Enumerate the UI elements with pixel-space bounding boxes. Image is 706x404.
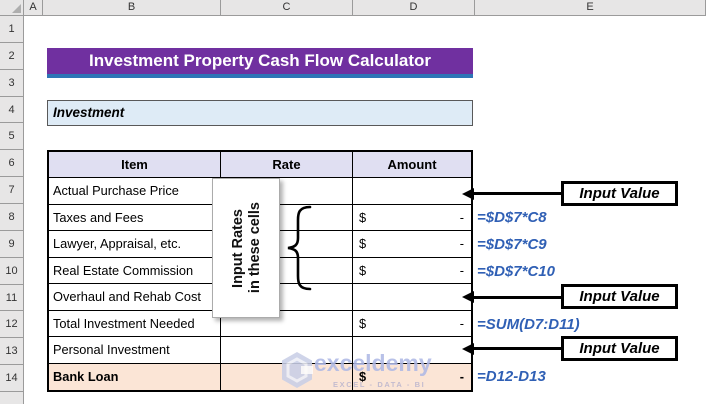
column-header-d[interactable]: D bbox=[353, 0, 475, 15]
arrow-line-2 bbox=[474, 295, 561, 299]
cell-b14-bank-loan[interactable]: Bank Loan bbox=[49, 363, 221, 390]
column-header-a[interactable]: A bbox=[24, 0, 43, 15]
row-header-13[interactable]: 13 bbox=[0, 338, 23, 366]
page-title: Investment Property Cash Flow Calculator bbox=[89, 51, 431, 70]
formula-d14[interactable]: =D12-D13 bbox=[477, 368, 546, 385]
row-header-7[interactable]: 7 bbox=[0, 177, 23, 205]
section-header[interactable]: Investment bbox=[47, 100, 473, 126]
formula-d12[interactable]: =SUM(D7:D11) bbox=[477, 316, 580, 333]
left-curly-brace-shape bbox=[287, 205, 312, 291]
cell-b8-taxes-and-fees[interactable]: Taxes and Fees bbox=[49, 204, 221, 232]
excel-sheet: A B C D E 1 2 3 4 5 6 7 8 9 10 11 12 13 … bbox=[0, 0, 706, 404]
input-value-callout-1[interactable]: Input Value bbox=[561, 181, 678, 206]
row-header-15-partial[interactable] bbox=[0, 392, 23, 404]
row-header-14[interactable]: 14 bbox=[0, 365, 23, 393]
formula-d8[interactable]: =$D$7*C8 bbox=[477, 209, 547, 226]
dollar-sign: $ bbox=[359, 315, 367, 331]
cell-d10-amount[interactable]: $ - bbox=[353, 258, 471, 285]
row-header-12[interactable]: 12 bbox=[0, 311, 23, 339]
input-value-label: Input Value bbox=[579, 288, 660, 305]
watermark-tagline: EXCEL - DATA - BI bbox=[333, 380, 426, 389]
cell-b7-actual-purchase-price[interactable]: Actual Purchase Price bbox=[49, 178, 221, 205]
cell-b10-real-estate-commission[interactable]: Real Estate Commission bbox=[49, 257, 221, 285]
row-header-1[interactable]: 1 bbox=[0, 16, 23, 43]
row-header-bar: 1 2 3 4 5 6 7 8 9 10 11 12 13 14 bbox=[0, 16, 24, 404]
exceldemy-watermark: exceldemy EXCEL - DATA - BI bbox=[281, 349, 432, 393]
arrow-line-3 bbox=[474, 347, 561, 350]
amount-value: - bbox=[459, 368, 464, 384]
col-header-item[interactable]: Item bbox=[49, 152, 221, 179]
input-value-callout-3[interactable]: Input Value bbox=[561, 336, 678, 361]
cell-b13-personal-investment[interactable]: Personal Investment bbox=[49, 337, 221, 364]
column-header-e[interactable]: E bbox=[475, 0, 706, 15]
dollar-sign: $ bbox=[359, 236, 367, 252]
arrow-head-1-icon bbox=[462, 187, 474, 200]
select-all-icon bbox=[12, 4, 21, 13]
input-value-label: Input Value bbox=[579, 185, 660, 202]
row-header-2[interactable]: 2 bbox=[0, 43, 23, 70]
arrow-head-2-icon bbox=[462, 291, 474, 303]
row-header-4[interactable]: 4 bbox=[0, 97, 23, 124]
row-header-11[interactable]: 11 bbox=[0, 285, 23, 312]
cell-d9-amount[interactable]: $ - bbox=[353, 231, 471, 258]
dollar-sign: $ bbox=[359, 262, 367, 278]
input-rates-line2: in these cells bbox=[246, 202, 263, 294]
cell-d11-amount-input[interactable] bbox=[353, 284, 471, 311]
row-header-10[interactable]: 10 bbox=[0, 258, 23, 285]
column-header-b[interactable]: B bbox=[43, 0, 221, 15]
input-value-label: Input Value bbox=[579, 340, 660, 357]
formula-d9[interactable]: =$D$7*C9 bbox=[477, 236, 547, 253]
cell-d12-amount[interactable]: $ - bbox=[353, 311, 471, 338]
cell-b12-total-investment-needed[interactable]: Total Investment Needed bbox=[49, 310, 221, 338]
arrow-head-3-icon bbox=[462, 342, 474, 355]
exceldemy-logo-icon bbox=[282, 352, 313, 388]
column-header-bar: A B C D E bbox=[0, 0, 706, 16]
input-rates-textbox[interactable]: Input Rates in these cells bbox=[212, 178, 280, 318]
cell-b9-lawyer-appraisal[interactable]: Lawyer, Appraisal, etc. bbox=[49, 231, 221, 258]
col-header-rate[interactable]: Rate bbox=[221, 152, 353, 179]
cell-d8-amount[interactable]: $ - bbox=[353, 205, 471, 232]
formula-d10[interactable]: =$D$7*C10 bbox=[477, 263, 555, 280]
cell-b11-overhaul-rehab-cost[interactable]: Overhaul and Rehab Cost bbox=[49, 284, 221, 311]
row-header-9[interactable]: 9 bbox=[0, 231, 23, 258]
arrow-line-1 bbox=[474, 192, 561, 195]
watermark-brand: exceldemy bbox=[314, 350, 432, 376]
cell-d7-amount-input[interactable] bbox=[353, 178, 471, 205]
col-header-amount[interactable]: Amount bbox=[353, 152, 471, 179]
row-header-5[interactable]: 5 bbox=[0, 123, 23, 151]
select-all-corner[interactable] bbox=[0, 0, 24, 15]
dollar-sign: $ bbox=[359, 209, 367, 225]
title-banner[interactable]: Investment Property Cash Flow Calculator bbox=[47, 48, 473, 78]
section-title: Investment bbox=[53, 105, 125, 120]
amount-value: - bbox=[459, 236, 464, 252]
row-header-8[interactable]: 8 bbox=[0, 204, 23, 231]
row-header-3[interactable]: 3 bbox=[0, 70, 23, 97]
amount-value: - bbox=[459, 262, 464, 278]
row-header-6[interactable]: 6 bbox=[0, 150, 23, 178]
input-rates-line1: Input Rates bbox=[229, 208, 246, 288]
input-value-callout-2[interactable]: Input Value bbox=[561, 284, 678, 309]
amount-value: - bbox=[459, 209, 464, 225]
column-header-c[interactable]: C bbox=[221, 0, 353, 15]
amount-value: - bbox=[459, 315, 464, 331]
